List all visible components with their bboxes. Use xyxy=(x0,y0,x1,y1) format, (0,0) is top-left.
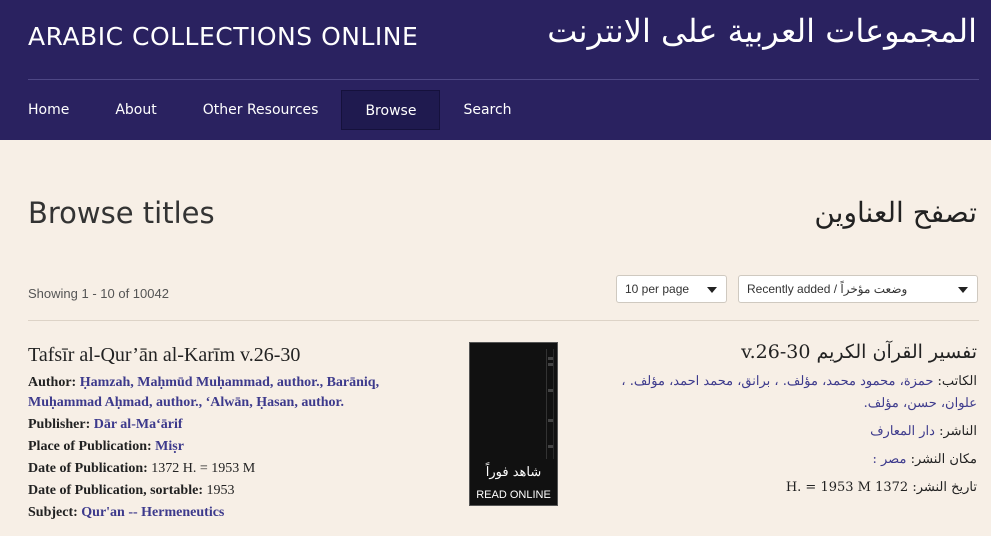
caret-down-icon xyxy=(958,287,968,293)
publisher-link[interactable]: Dār al-Ma‘ārif xyxy=(94,417,183,432)
results-divider xyxy=(28,320,979,321)
per-page-value: 10 per page xyxy=(625,282,690,296)
subject-field: Subject: Qur'an -- Hermeneutics xyxy=(28,503,428,523)
site-header: ARABIC COLLECTIONS ONLINE المجموعات العر… xyxy=(0,0,991,140)
place-link[interactable]: Miṣr xyxy=(155,439,184,454)
date-label-arabic: تاريخ النشر: xyxy=(912,480,977,495)
results-count: Showing 1 - 10 of 10042 xyxy=(28,286,169,301)
read-online-arabic: شاهد فوراً xyxy=(485,465,542,480)
place-label: Place of Publication: xyxy=(28,439,152,454)
nav-search[interactable]: Search xyxy=(440,90,534,130)
date-label: Date of Publication: xyxy=(28,461,148,476)
nav-other-resources[interactable]: Other Resources xyxy=(180,90,342,130)
publisher-link-arabic[interactable]: دار المعارف xyxy=(870,424,935,439)
date-field: Date of Publication: 1372 H. = 1953 M xyxy=(28,459,428,479)
date-sortable-label: Date of Publication, sortable: xyxy=(28,483,203,498)
main-nav: Home About Other Resources Browse Search xyxy=(0,90,535,130)
record-arabic: تفسير القرآن الكريم v.26-30 الكاتب: حمزة… xyxy=(587,341,977,505)
subject-link[interactable]: Qur'an -- Hermeneutics xyxy=(81,505,224,520)
author-label-arabic: الكاتب: xyxy=(937,374,977,389)
nav-home[interactable]: Home xyxy=(0,90,92,130)
book-thumbnail[interactable]: شاهد فوراً READ ONLINE xyxy=(469,342,558,506)
caret-down-icon xyxy=(707,287,717,293)
nav-about[interactable]: About xyxy=(92,90,179,130)
record-english: Tafsīr al-Qur’ān al-Karīm v.26-30 Author… xyxy=(28,344,428,525)
place-field-arabic: مكان النشر: مصر : xyxy=(587,449,978,471)
publisher-label: Publisher: xyxy=(28,417,91,432)
publisher-field: Publisher: Dār al-Ma‘ārif xyxy=(28,415,428,435)
date-value-arabic: 1372 H. = 1953 M xyxy=(785,480,909,495)
per-page-select[interactable]: 10 per page xyxy=(616,275,727,303)
subject-label: Subject: xyxy=(28,505,78,520)
publisher-field-arabic: الناشر: دار المعارف xyxy=(587,421,977,443)
sort-select[interactable]: Recently added / وضعت مؤخراً xyxy=(738,275,978,303)
site-title-arabic[interactable]: المجموعات العربية على الانترنت xyxy=(547,12,977,50)
author-link-arabic[interactable]: حمزة، محمود محمد، مؤلف. ، برانق، محمد اح… xyxy=(621,374,977,411)
date-field-arabic: تاريخ النشر: 1372 H. = 1953 M xyxy=(587,477,977,499)
author-field: Author: Ḥamzah, Maḥmūd Muḥammad, author.… xyxy=(28,373,428,413)
site-title[interactable]: ARABIC COLLECTIONS ONLINE xyxy=(28,22,418,51)
author-label: Author: xyxy=(28,375,77,390)
book-spine xyxy=(546,349,554,459)
publisher-label-arabic: الناشر: xyxy=(939,424,977,439)
date-value: 1372 H. = 1953 M xyxy=(151,461,256,476)
nav-browse[interactable]: Browse xyxy=(341,90,441,130)
page-title-arabic: تصفح العناوين xyxy=(814,196,977,229)
date-sortable-value: 1953 xyxy=(206,483,235,498)
place-label-arabic: مكان النشر: xyxy=(910,452,977,467)
record-title-arabic[interactable]: تفسير القرآن الكريم v.26-30 xyxy=(587,341,977,363)
record-title[interactable]: Tafsīr al-Qur’ān al-Karīm v.26-30 xyxy=(28,344,428,367)
read-online-label: READ ONLINE xyxy=(476,489,551,501)
date-sortable-field: Date of Publication, sortable: 1953 xyxy=(28,481,428,501)
page-title: Browse titles xyxy=(28,196,215,230)
place-link-arabic[interactable]: مصر : xyxy=(873,452,907,467)
place-field: Place of Publication: Miṣr xyxy=(28,437,428,457)
sort-value: Recently added / وضعت مؤخراً xyxy=(747,282,908,296)
header-divider xyxy=(28,79,979,80)
author-field-arabic: الكاتب: حمزة، محمود محمد، مؤلف. ، برانق،… xyxy=(587,371,977,415)
author-link[interactable]: Ḥamzah, Maḥmūd Muḥammad, author., Barāni… xyxy=(28,375,379,410)
